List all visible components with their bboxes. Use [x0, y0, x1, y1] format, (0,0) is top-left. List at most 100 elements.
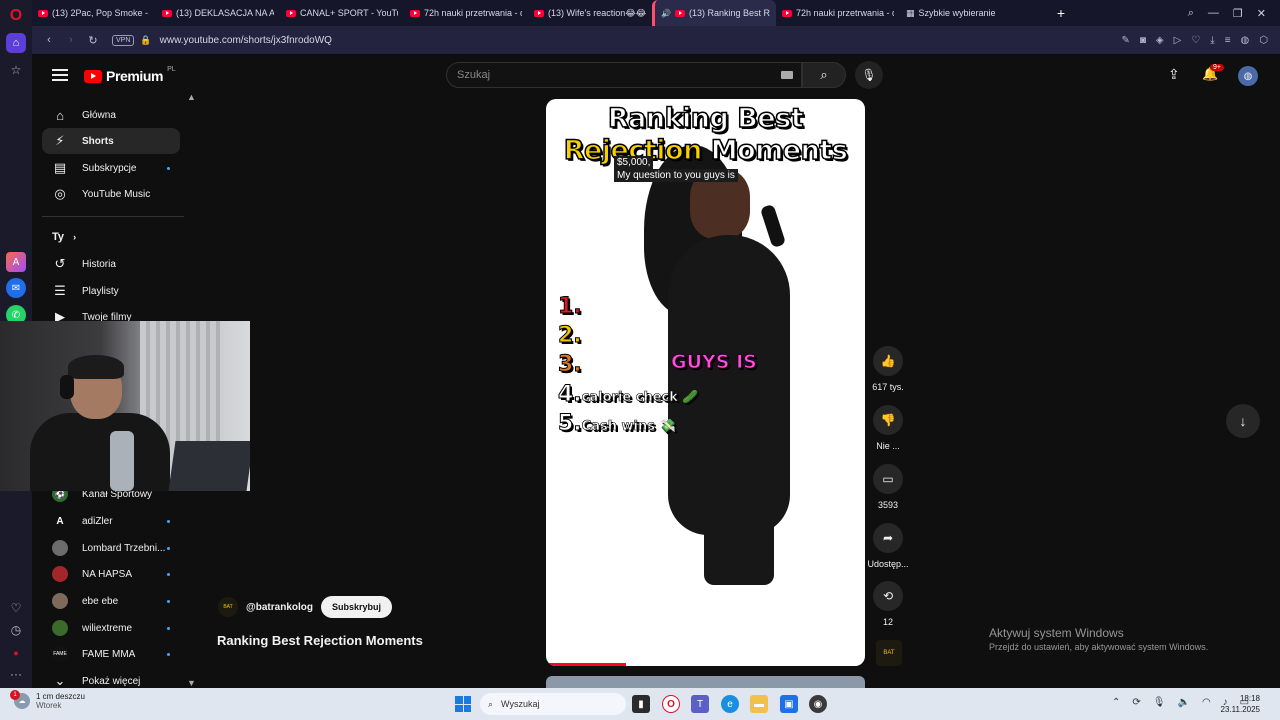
opera-taskbar-icon[interactable]: O: [662, 695, 680, 713]
video-progress-bar[interactable]: [546, 663, 865, 666]
keyboard-icon[interactable]: [781, 71, 793, 79]
sidebar-item-shorts[interactable]: ⚡ Shorts: [42, 128, 180, 154]
remix-button[interactable]: ⟲: [873, 581, 903, 611]
edit-icon[interactable]: ✎: [1121, 35, 1129, 46]
sidebar-item-playlists[interactable]: ☰ Playlisty: [42, 278, 180, 304]
player-icon[interactable]: ▷: [1174, 35, 1182, 46]
dislike-button[interactable]: 👎: [873, 405, 903, 435]
forward-icon[interactable]: ›: [60, 29, 82, 51]
browser-tab[interactable]: ▦ Szybkie wybieranie: [900, 0, 1024, 26]
hamburger-menu-icon[interactable]: [52, 67, 68, 83]
new-content-dot: [167, 599, 170, 603]
home-icon[interactable]: ⌂: [6, 33, 26, 53]
comments-button[interactable]: ▭: [873, 464, 903, 494]
next-short-button[interactable]: ↓: [1226, 404, 1260, 438]
sidebar-channel[interactable]: ebe ebe: [42, 588, 180, 614]
progress-fill: [546, 663, 626, 666]
subscribe-button[interactable]: Subskrybuj: [320, 596, 392, 618]
wifi-icon[interactable]: ◠: [1202, 697, 1211, 708]
sidebar-item-youtube-music[interactable]: ◎ YouTube Music: [42, 181, 180, 207]
chevron-up-icon[interactable]: ⌃: [1112, 697, 1120, 708]
avatar[interactable]: ◍: [1238, 66, 1258, 86]
task-view-icon[interactable]: ▮: [632, 695, 650, 713]
music-icon: ◎: [54, 186, 66, 201]
vpn-badge[interactable]: VPN: [112, 34, 135, 46]
browser-tab[interactable]: 72h nauki przetrwania - d: [404, 0, 528, 26]
sync-icon[interactable]: ⟳: [1132, 697, 1140, 708]
profile-icon[interactable]: ◍: [1241, 35, 1250, 46]
url-field[interactable]: www.youtube.com/shorts/jx3fnrodoWQ: [160, 35, 332, 46]
downloads-icon[interactable]: ⤓: [1210, 35, 1214, 46]
search-button[interactable]: ⌕: [802, 62, 846, 88]
teams-icon[interactable]: T: [691, 695, 709, 713]
store-icon[interactable]: ▣: [780, 695, 798, 713]
ublock-icon[interactable]: ●: [6, 643, 26, 663]
speaker-icon[interactable]: 🔊: [661, 9, 671, 18]
shield-icon[interactable]: ◈: [1156, 35, 1164, 46]
next-short-preview[interactable]: [546, 676, 865, 688]
history-clock-icon[interactable]: ◷: [6, 620, 26, 640]
star-icon[interactable]: ☆: [6, 60, 26, 80]
browser-tab[interactable]: (13) 2Pac, Pop Smoke - W: [32, 0, 156, 26]
reload-icon[interactable]: ↻: [82, 29, 104, 51]
opera-logo-icon[interactable]: O: [6, 6, 26, 26]
channel-avatar[interactable]: BAT: [218, 597, 238, 617]
back-icon[interactable]: ‹: [38, 29, 60, 51]
browser-tab[interactable]: (13) DEKLASACJA NA ANF: [156, 0, 280, 26]
speaker-icon[interactable]: 🔈: [1177, 697, 1189, 708]
scroll-down-icon[interactable]: ▼: [187, 678, 196, 688]
channel-avatar: [52, 566, 68, 582]
close-icon[interactable]: ✕: [1257, 7, 1266, 20]
channel-thumbnail[interactable]: BAT: [876, 640, 902, 666]
share-button[interactable]: ➦: [873, 523, 903, 553]
sidebar-item-history[interactable]: ↺ Historia: [42, 251, 180, 277]
browser-tab[interactable]: (13) Wife's reaction😂😂: [528, 0, 652, 26]
extensions-icon[interactable]: ⬡: [1259, 35, 1268, 46]
taskbar-clock[interactable]: 18:18 23.11.2025: [1220, 693, 1260, 715]
like-button[interactable]: 👍: [873, 346, 903, 376]
sidebar-channel[interactable]: wiliextreme: [42, 615, 180, 641]
aria-ai-icon[interactable]: A: [6, 252, 26, 272]
sidebar-channel[interactable]: AadiZler: [42, 508, 180, 534]
browser-tab[interactable]: 72h nauki przetrwania - d: [776, 0, 900, 26]
maximize-icon[interactable]: ❐: [1233, 7, 1243, 20]
divider: [42, 216, 184, 217]
file-explorer-icon[interactable]: ▬: [750, 695, 768, 713]
minimize-icon[interactable]: —: [1208, 7, 1219, 20]
sidebar-channel[interactable]: Lombard Trzebni...: [42, 535, 180, 561]
sidebar-item-home[interactable]: ⌂ Główna: [42, 102, 180, 128]
browser-tab[interactable]: CANAL+ SPORT - YouTub: [280, 0, 404, 26]
like-action: 👍 617 tys.: [868, 346, 908, 392]
menu-icon[interactable]: ≡: [1225, 35, 1231, 46]
channel-handle[interactable]: @batrankolog: [246, 602, 313, 613]
sidebar-channel[interactable]: FAME FAME MMA: [42, 641, 180, 667]
microphone-icon[interactable]: 🎙: [1153, 697, 1166, 708]
new-tab-button[interactable]: +: [1052, 4, 1070, 22]
sidebar-channel[interactable]: NA HAPSA: [42, 561, 180, 587]
steam-icon[interactable]: ◉: [809, 695, 827, 713]
camera-icon[interactable]: ◙: [1140, 35, 1146, 46]
search-tabs-icon[interactable]: ⌕: [1188, 7, 1194, 20]
edge-icon[interactable]: e: [721, 695, 739, 713]
lock-icon[interactable]: 🔒: [140, 35, 151, 46]
new-content-dot: [167, 572, 170, 576]
start-button[interactable]: [455, 696, 471, 712]
heart-icon[interactable]: ♡: [1191, 35, 1200, 46]
scroll-up-icon[interactable]: ▲: [187, 92, 196, 102]
sidebar-item-subscriptions[interactable]: ▤ Subskrypcje: [42, 155, 180, 181]
weather-widget[interactable]: ☁ 1 1 cm deszczu Wtorek: [10, 690, 85, 710]
you-section-heading[interactable]: Ty ›: [52, 231, 76, 243]
window-controls: ⌕ — ❐ ✕: [1188, 7, 1280, 20]
heart-icon[interactable]: ♡: [6, 598, 26, 618]
arrow-down-icon: ↓: [1239, 413, 1247, 429]
upload-icon[interactable]: ⇪: [1168, 66, 1180, 83]
more-icon[interactable]: ···: [6, 664, 26, 684]
taskbar-search[interactable]: ⌕ Wyszukaj: [480, 693, 626, 715]
voice-search-button[interactable]: 🎙: [855, 61, 883, 89]
search-input[interactable]: Szukaj: [446, 62, 802, 88]
shorts-video-player[interactable]: Ranking Best Rejection Moments $5,000, M…: [546, 99, 865, 666]
youtube-logo[interactable]: Premium PL: [84, 66, 176, 84]
messenger-icon[interactable]: ✉: [6, 278, 26, 298]
remix-action: ⟲ 12: [868, 581, 908, 627]
browser-tab-active[interactable]: 🔊(13) Ranking Best Reje: [652, 0, 776, 26]
